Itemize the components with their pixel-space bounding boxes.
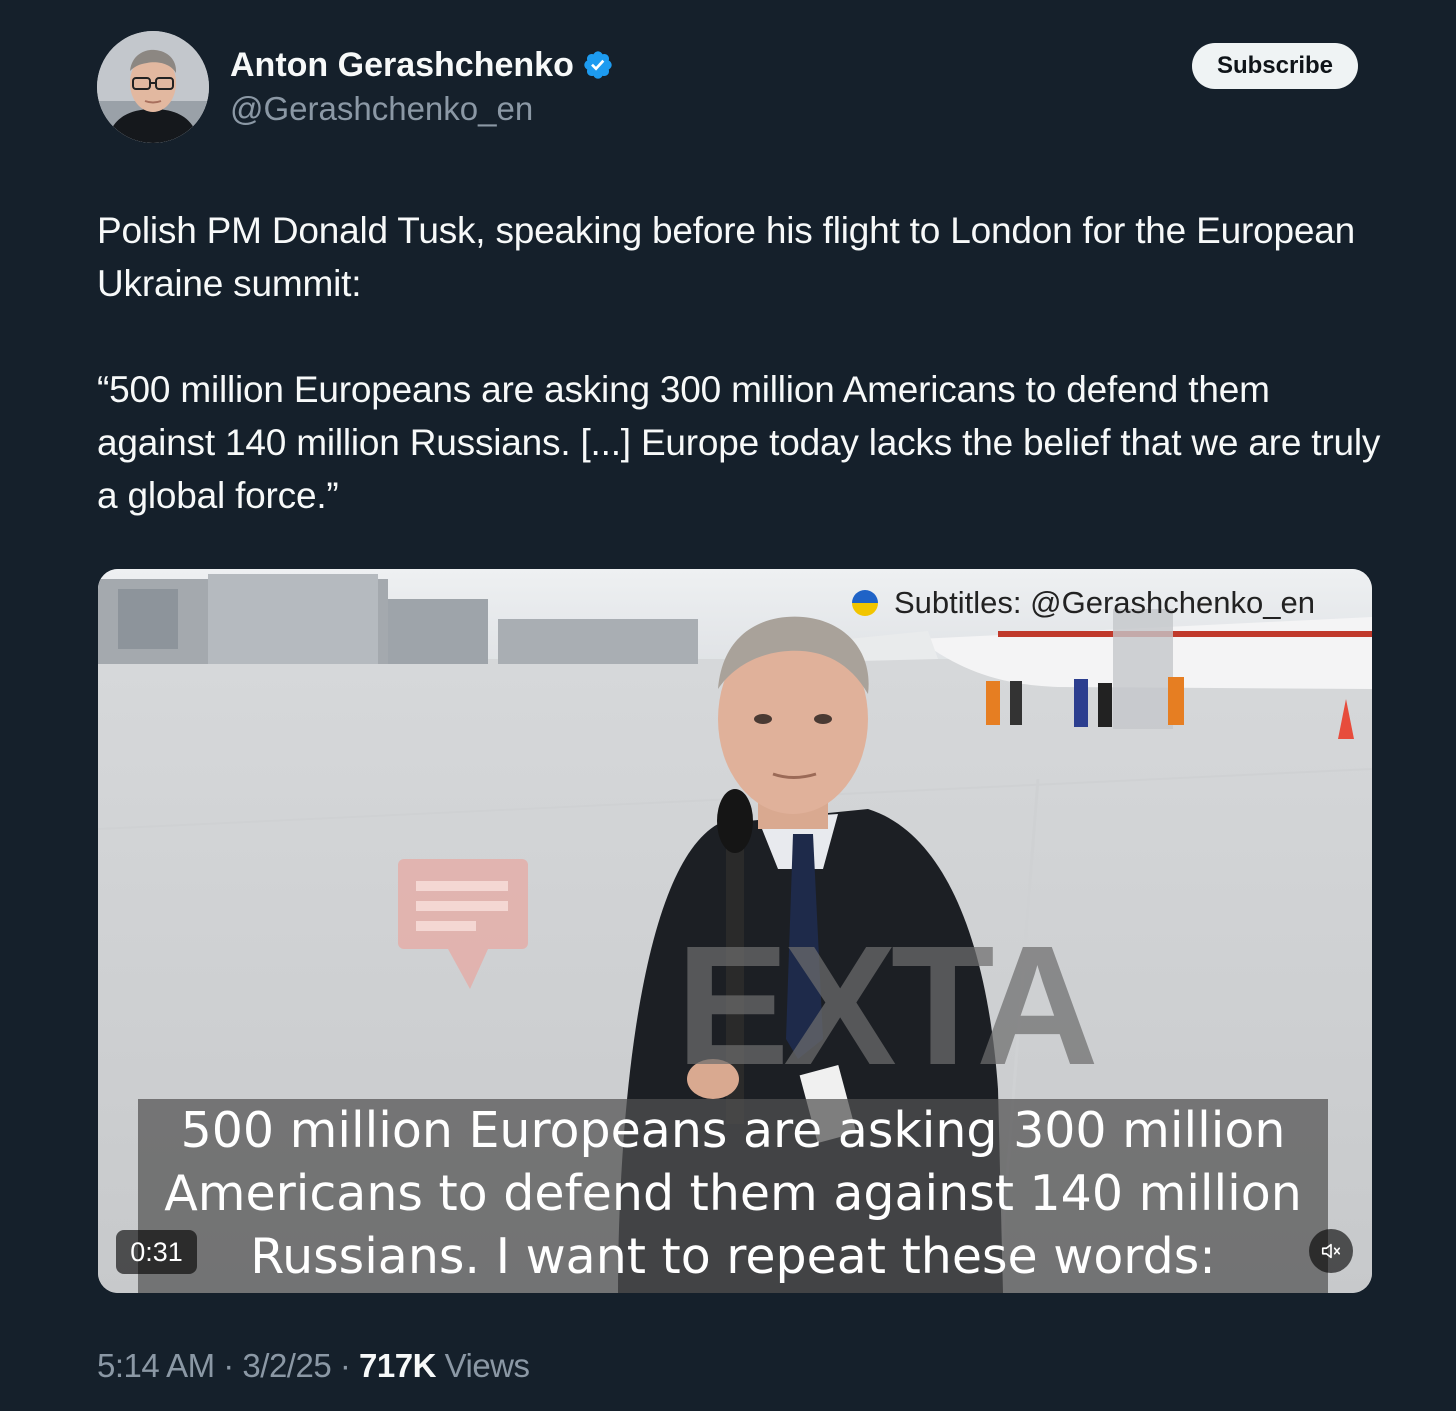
tweet-paragraph-1: Polish PM Donald Tusk, speaking before h… [97,210,1355,304]
subtitle-line: Americans to defend them against 140 mil… [164,1165,1302,1222]
tweet-meta: 5:14 AM · 3/2/25 · 717K Views [97,1344,530,1388]
mute-toggle-button[interactable] [1309,1229,1353,1273]
video-watermark: Subtitles: @Gerashchenko_en [852,584,1315,622]
video-duration-badge: 0:31 [116,1230,197,1274]
tweet-paragraph-2: “500 million Europeans are asking 300 mi… [97,369,1381,516]
author-name-text[interactable]: Anton Gerashchenko [230,46,574,84]
tweet-text: Polish PM Donald Tusk, speaking before h… [97,204,1387,522]
watermark-text: Subtitles: @Gerashchenko_en [894,585,1315,620]
author-handle[interactable]: @Gerashchenko_en [230,88,533,130]
video-subtitle: 500 million Europeans are asking 300 mil… [138,1099,1328,1293]
video-logo-text: EXTA [676,911,1099,1101]
meta-separator: · [339,1347,351,1384]
views-label: Views [444,1347,530,1384]
author-avatar[interactable] [97,31,209,143]
speaker-muted-icon [1321,1243,1341,1259]
subtitle-line: Russians. I want to repeat these words: [250,1228,1216,1285]
subtitle-line: 500 million Europeans are asking 300 mil… [180,1102,1286,1159]
subscribe-button[interactable]: Subscribe [1192,43,1358,89]
video-player[interactable]: Subtitles: @Gerashchenko_en EXTA 500 mil… [98,569,1372,1293]
meta-separator: · [223,1347,234,1384]
tweet-time[interactable]: 5:14 AM [97,1347,215,1384]
ukraine-flag-icon [852,590,878,616]
verified-badge-icon [584,51,612,79]
author-name[interactable]: Anton Gerashchenko [230,44,614,86]
views-count[interactable]: 717K [359,1347,436,1384]
tweet-date[interactable]: 3/2/25 [242,1347,331,1384]
